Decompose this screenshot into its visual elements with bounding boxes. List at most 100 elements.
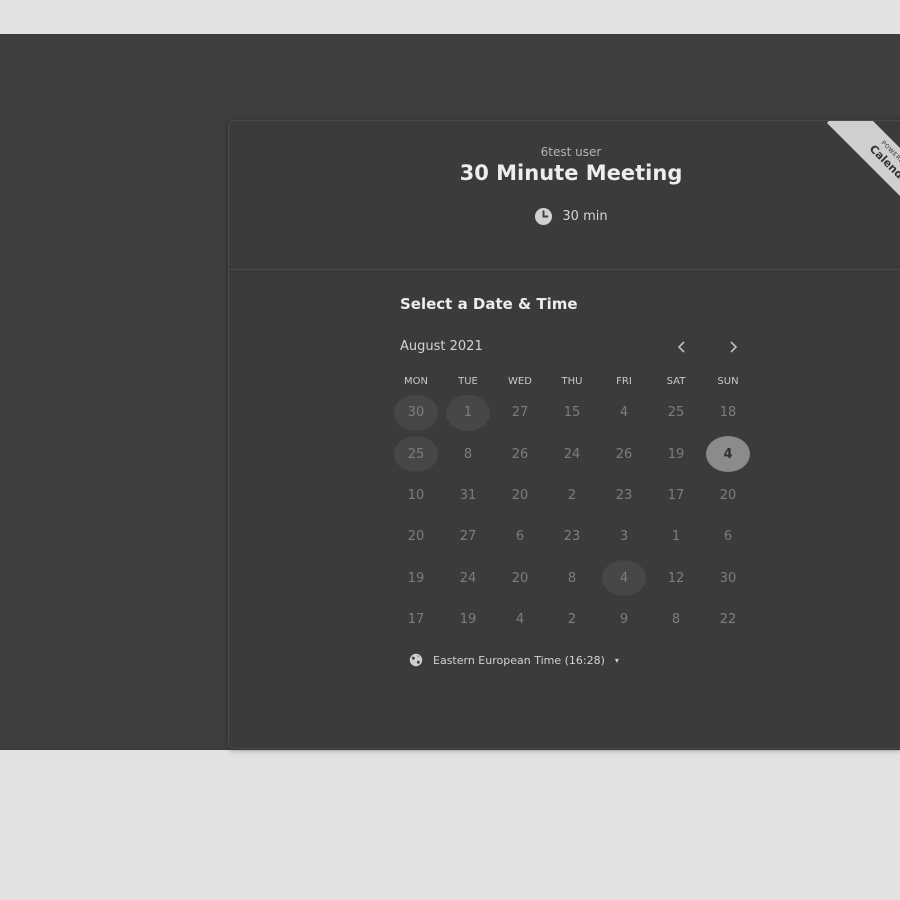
- day-number: 9: [619, 612, 629, 628]
- calendar-day: 12: [650, 558, 702, 599]
- scheduling-card: 6test user 30 Minute Meeting 30 min POWE…: [228, 120, 900, 749]
- month-label: August 2021: [400, 339, 483, 354]
- day-number: 15: [563, 405, 581, 421]
- day-number: 24: [459, 570, 477, 586]
- day-number: 6: [723, 529, 733, 545]
- prev-month-button[interactable]: [668, 333, 696, 361]
- weekday-header: MON TUE WED THU FRI SAT SUN: [390, 376, 754, 392]
- day-number: 2: [567, 612, 577, 628]
- weekday-label: SAT: [666, 376, 686, 387]
- calendar-day: 24: [442, 558, 494, 599]
- calendar-day: 23: [598, 475, 650, 516]
- calendar-day: 20: [702, 475, 754, 516]
- calendar-day: 17: [390, 599, 442, 640]
- calendar-day: 17: [650, 475, 702, 516]
- weekday-label: TUE: [458, 376, 478, 387]
- calendar-day: 26: [494, 433, 546, 474]
- calendar-day: 30: [702, 558, 754, 599]
- calendar-day: 2: [546, 599, 598, 640]
- calendar-day: 8: [442, 433, 494, 474]
- calendar-day-available[interactable]: 25: [390, 433, 442, 474]
- day-number: 17: [407, 612, 425, 628]
- calendar-day: 4: [598, 392, 650, 433]
- booking-page: 6test user 30 Minute Meeting 30 min POWE…: [0, 34, 900, 750]
- calendar-week: 30 1 27 15 4 25 18: [390, 392, 754, 433]
- day-number: 8: [567, 570, 577, 586]
- day-number: 10: [407, 487, 425, 503]
- globe-icon: [409, 653, 423, 667]
- day-number: 2: [567, 487, 577, 503]
- calendar-grid: MON TUE WED THU FRI SAT SUN 30 1 27 15 4 25 18…: [390, 376, 754, 640]
- calendar-day: 27: [442, 516, 494, 557]
- calendar-day: 22: [702, 599, 754, 640]
- day-number: 25: [394, 436, 438, 473]
- calendar-day: 23: [546, 516, 598, 557]
- calendar-day-available[interactable]: 4: [598, 558, 650, 599]
- next-month-button[interactable]: [719, 333, 747, 361]
- duration-label: 30 min: [562, 209, 608, 224]
- calendar-day: 19: [442, 599, 494, 640]
- timezone-label: Eastern European Time (16:28): [433, 653, 605, 667]
- day-number: 19: [667, 446, 685, 462]
- clock-icon: [535, 207, 553, 226]
- day-number: 8: [463, 446, 473, 462]
- day-number: 4: [602, 560, 646, 597]
- weekday-label: WED: [508, 376, 532, 387]
- day-number: 23: [615, 487, 633, 503]
- day-number: 26: [615, 446, 633, 462]
- day-number: 30: [719, 570, 737, 586]
- calendar-week: 20 27 6 23 3 1 6: [390, 516, 754, 557]
- calendar-day: 9: [598, 599, 650, 640]
- calendar-day: 15: [546, 392, 598, 433]
- calendar-day: 1: [650, 516, 702, 557]
- calendly-brand: Calendly: [866, 142, 900, 190]
- day-number: 20: [511, 570, 529, 586]
- day-number: 4: [706, 436, 750, 473]
- day-number: 27: [511, 405, 529, 421]
- calendar-day: 18: [702, 392, 754, 433]
- calendar-day: 27: [494, 392, 546, 433]
- calendar-day: 3: [598, 516, 650, 557]
- calendar-day-available[interactable]: 30: [390, 392, 442, 433]
- day-number: 26: [511, 446, 529, 462]
- powered-by-ribbon[interactable]: POWERED BY Calendly: [789, 121, 900, 251]
- day-number: 19: [407, 570, 425, 586]
- calendar-day: 8: [650, 599, 702, 640]
- weekday-label: THU: [561, 376, 583, 387]
- day-number: 20: [511, 487, 529, 503]
- day-number: 22: [719, 612, 737, 628]
- calendar-day: 2: [546, 475, 598, 516]
- day-number: 1: [446, 394, 490, 431]
- day-number: 27: [459, 529, 477, 545]
- calendar-day-selected[interactable]: 4: [702, 433, 754, 474]
- day-number: 18: [719, 405, 737, 421]
- calendar-day: 20: [494, 558, 546, 599]
- day-number: 17: [667, 487, 685, 503]
- calendar-day: 26: [598, 433, 650, 474]
- calendar-day-available[interactable]: 1: [442, 392, 494, 433]
- day-number: 20: [719, 487, 737, 503]
- calendar-weeks: 30 1 27 15 4 25 18 25 8 26 24 26 19 4 10 31 20 2 23 17 20 20 2…: [390, 392, 754, 640]
- calendar-week: 25 8 26 24 26 19 4: [390, 433, 754, 474]
- calendar-day: 31: [442, 475, 494, 516]
- calendar-day: 8: [546, 558, 598, 599]
- calendar-day: 19: [390, 558, 442, 599]
- day-number: 19: [459, 612, 477, 628]
- calendar-day: 6: [702, 516, 754, 557]
- day-number: 31: [459, 487, 477, 503]
- calendar-day: 25: [650, 392, 702, 433]
- caret-down-icon: ▾: [614, 655, 619, 665]
- calendar-day: 20: [494, 475, 546, 516]
- weekday-label: MON: [404, 376, 428, 387]
- day-number: 6: [515, 529, 525, 545]
- timezone-selector[interactable]: Eastern European Time (16:28) ▾: [409, 653, 619, 667]
- calendar-day: 4: [494, 599, 546, 640]
- weekday-label: SUN: [717, 376, 739, 387]
- calendar-day: 10: [390, 475, 442, 516]
- chevron-right-icon: [730, 341, 738, 353]
- day-number: 12: [667, 570, 685, 586]
- calendar-day: 24: [546, 433, 598, 474]
- day-number: 23: [563, 529, 581, 545]
- day-number: 8: [671, 612, 681, 628]
- calendar-week: 17 19 4 2 9 8 22: [390, 599, 754, 640]
